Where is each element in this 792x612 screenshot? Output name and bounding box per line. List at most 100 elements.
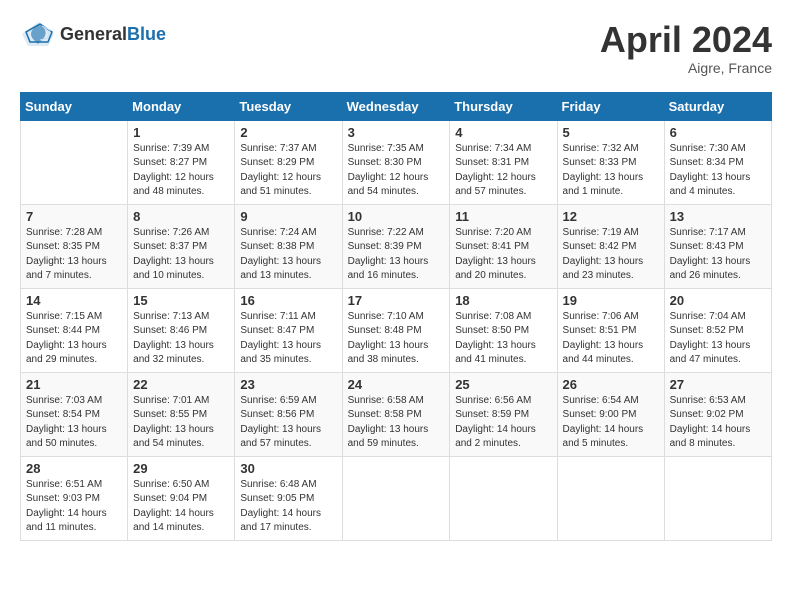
calendar-cell: 8 Sunrise: 7:26 AM Sunset: 8:37 PM Daylig… <box>128 204 235 288</box>
calendar-week-4: 21 Sunrise: 7:03 AM Sunset: 8:54 PM Dayli… <box>21 372 772 456</box>
calendar-cell <box>557 456 664 540</box>
day-info: Sunrise: 7:19 AM Sunset: 8:42 PM Dayligh… <box>563 226 659 284</box>
day-info: Sunrise: 6:56 AM Sunset: 8:59 PM Dayligh… <box>455 394 551 452</box>
calendar-cell: 25 Sunrise: 6:56 AM Sunset: 8:59 PM Dayli… <box>450 372 557 456</box>
calendar-cell: 14 Sunrise: 7:15 AM Sunset: 8:44 PM Dayli… <box>21 288 128 372</box>
calendar-cell: 11 Sunrise: 7:20 AM Sunset: 8:41 PM Dayli… <box>450 204 557 288</box>
location: Aigre, France <box>600 60 772 76</box>
calendar-header-row: SundayMondayTuesdayWednesdayThursdayFrid… <box>21 92 772 120</box>
calendar-cell: 17 Sunrise: 7:10 AM Sunset: 8:48 PM Dayli… <box>342 288 450 372</box>
day-number: 27 <box>670 377 766 392</box>
day-info: Sunrise: 7:15 AM Sunset: 8:44 PM Dayligh… <box>26 310 122 368</box>
day-number: 8 <box>133 209 229 224</box>
day-info: Sunrise: 7:03 AM Sunset: 8:54 PM Dayligh… <box>26 394 122 452</box>
day-number: 1 <box>133 125 229 140</box>
calendar-cell: 7 Sunrise: 7:28 AM Sunset: 8:35 PM Daylig… <box>21 204 128 288</box>
day-info: Sunrise: 7:17 AM Sunset: 8:43 PM Dayligh… <box>670 226 766 284</box>
day-number: 17 <box>348 293 445 308</box>
month-title: April 2024 <box>600 20 772 60</box>
calendar-cell <box>342 456 450 540</box>
day-number: 12 <box>563 209 659 224</box>
calendar-cell: 13 Sunrise: 7:17 AM Sunset: 8:43 PM Dayli… <box>664 204 771 288</box>
calendar-week-5: 28Sunrise: 6:51 AM Sunset: 9:03 PM Dayli… <box>21 456 772 540</box>
day-info: Sunrise: 7:11 AM Sunset: 8:47 PM Dayligh… <box>240 310 336 368</box>
day-number: 11 <box>455 209 551 224</box>
day-number: 21 <box>26 377 122 392</box>
calendar-cell: 30Sunrise: 6:48 AM Sunset: 9:05 PM Dayli… <box>235 456 342 540</box>
day-number: 23 <box>240 377 336 392</box>
day-info: Sunrise: 6:59 AM Sunset: 8:56 PM Dayligh… <box>240 394 336 452</box>
calendar-cell: 9 Sunrise: 7:24 AM Sunset: 8:38 PM Daylig… <box>235 204 342 288</box>
day-info: Sunrise: 7:04 AM Sunset: 8:52 PM Dayligh… <box>670 310 766 368</box>
day-number: 19 <box>563 293 659 308</box>
calendar-header-friday: Friday <box>557 92 664 120</box>
calendar-cell: 5 Sunrise: 7:32 AM Sunset: 8:33 PM Daylig… <box>557 120 664 204</box>
day-number: 6 <box>670 125 766 140</box>
day-info: Sunrise: 6:50 AM Sunset: 9:04 PM Dayligh… <box>133 478 229 536</box>
day-number: 10 <box>348 209 445 224</box>
day-number: 18 <box>455 293 551 308</box>
calendar-header-tuesday: Tuesday <box>235 92 342 120</box>
day-info: Sunrise: 6:58 AM Sunset: 8:58 PM Dayligh… <box>348 394 445 452</box>
calendar-week-3: 14 Sunrise: 7:15 AM Sunset: 8:44 PM Dayli… <box>21 288 772 372</box>
page-header: GeneralBlue April 2024 Aigre, France <box>20 20 772 76</box>
day-number: 22 <box>133 377 229 392</box>
calendar-cell: 22 Sunrise: 7:01 AM Sunset: 8:55 PM Dayli… <box>128 372 235 456</box>
logo-blue: Blue <box>127 24 166 44</box>
logo-general: General <box>60 24 127 44</box>
day-number: 4 <box>455 125 551 140</box>
day-number: 9 <box>240 209 336 224</box>
day-number: 30 <box>240 461 336 476</box>
day-info: Sunrise: 7:34 AM Sunset: 8:31 PM Dayligh… <box>455 142 551 200</box>
day-number: 14 <box>26 293 122 308</box>
day-number: 25 <box>455 377 551 392</box>
day-number: 5 <box>563 125 659 140</box>
day-number: 20 <box>670 293 766 308</box>
day-number: 16 <box>240 293 336 308</box>
calendar-cell: 3Sunrise: 7:35 AM Sunset: 8:30 PM Daylig… <box>342 120 450 204</box>
calendar-cell: 27 Sunrise: 6:53 AM Sunset: 9:02 PM Dayli… <box>664 372 771 456</box>
calendar-table: SundayMondayTuesdayWednesdayThursdayFrid… <box>20 92 772 541</box>
calendar-cell: 16 Sunrise: 7:11 AM Sunset: 8:47 PM Dayli… <box>235 288 342 372</box>
calendar-cell: 21 Sunrise: 7:03 AM Sunset: 8:54 PM Dayli… <box>21 372 128 456</box>
day-number: 15 <box>133 293 229 308</box>
day-info: Sunrise: 7:20 AM Sunset: 8:41 PM Dayligh… <box>455 226 551 284</box>
calendar-cell <box>450 456 557 540</box>
calendar-cell: 1 Sunrise: 7:39 AM Sunset: 8:27 PM Daylig… <box>128 120 235 204</box>
calendar-week-2: 7 Sunrise: 7:28 AM Sunset: 8:35 PM Daylig… <box>21 204 772 288</box>
day-number: 28 <box>26 461 122 476</box>
calendar-header-thursday: Thursday <box>450 92 557 120</box>
day-info: Sunrise: 7:13 AM Sunset: 8:46 PM Dayligh… <box>133 310 229 368</box>
logo: GeneralBlue <box>20 20 166 48</box>
day-info: Sunrise: 7:06 AM Sunset: 8:51 PM Dayligh… <box>563 310 659 368</box>
calendar-cell: 26Sunrise: 6:54 AM Sunset: 9:00 PM Dayli… <box>557 372 664 456</box>
day-number: 7 <box>26 209 122 224</box>
day-number: 3 <box>348 125 445 140</box>
day-info: Sunrise: 7:39 AM Sunset: 8:27 PM Dayligh… <box>133 142 229 200</box>
calendar-cell <box>21 120 128 204</box>
day-info: Sunrise: 7:01 AM Sunset: 8:55 PM Dayligh… <box>133 394 229 452</box>
day-number: 24 <box>348 377 445 392</box>
calendar-header-monday: Monday <box>128 92 235 120</box>
calendar-cell: 10Sunrise: 7:22 AM Sunset: 8:39 PM Dayli… <box>342 204 450 288</box>
calendar-cell: 29 Sunrise: 6:50 AM Sunset: 9:04 PM Dayli… <box>128 456 235 540</box>
day-info: Sunrise: 7:28 AM Sunset: 8:35 PM Dayligh… <box>26 226 122 284</box>
calendar-cell: 28Sunrise: 6:51 AM Sunset: 9:03 PM Dayli… <box>21 456 128 540</box>
title-area: April 2024 Aigre, France <box>600 20 772 76</box>
day-number: 13 <box>670 209 766 224</box>
calendar-cell: 12 Sunrise: 7:19 AM Sunset: 8:42 PM Dayli… <box>557 204 664 288</box>
calendar-cell: 6Sunrise: 7:30 AM Sunset: 8:34 PM Daylig… <box>664 120 771 204</box>
calendar-cell: 15 Sunrise: 7:13 AM Sunset: 8:46 PM Dayli… <box>128 288 235 372</box>
calendar-header-saturday: Saturday <box>664 92 771 120</box>
day-info: Sunrise: 6:53 AM Sunset: 9:02 PM Dayligh… <box>670 394 766 452</box>
calendar-cell: 18 Sunrise: 7:08 AM Sunset: 8:50 PM Dayli… <box>450 288 557 372</box>
calendar-week-1: 1 Sunrise: 7:39 AM Sunset: 8:27 PM Daylig… <box>21 120 772 204</box>
day-number: 29 <box>133 461 229 476</box>
day-info: Sunrise: 7:08 AM Sunset: 8:50 PM Dayligh… <box>455 310 551 368</box>
day-info: Sunrise: 7:32 AM Sunset: 8:33 PM Dayligh… <box>563 142 659 200</box>
calendar-cell: 23 Sunrise: 6:59 AM Sunset: 8:56 PM Dayli… <box>235 372 342 456</box>
calendar-cell: 20 Sunrise: 7:04 AM Sunset: 8:52 PM Dayli… <box>664 288 771 372</box>
day-info: Sunrise: 7:26 AM Sunset: 8:37 PM Dayligh… <box>133 226 229 284</box>
day-info: Sunrise: 7:10 AM Sunset: 8:48 PM Dayligh… <box>348 310 445 368</box>
day-info: Sunrise: 7:24 AM Sunset: 8:38 PM Dayligh… <box>240 226 336 284</box>
